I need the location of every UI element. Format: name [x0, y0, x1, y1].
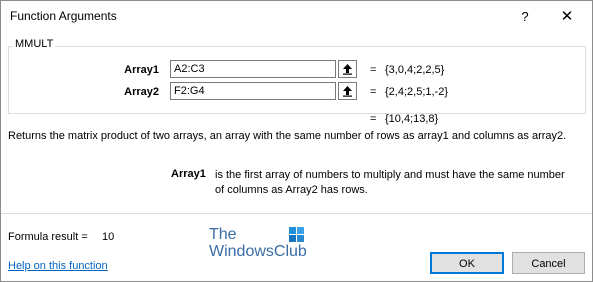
array1-label: Array1 — [124, 64, 159, 76]
result-equals: = — [370, 113, 377, 125]
divider — [1, 213, 592, 214]
array2-equals: = — [370, 86, 377, 98]
formula-result-value: 10 — [102, 231, 115, 243]
watermark-line2: WindowsClub — [209, 243, 307, 260]
arguments-group — [8, 46, 586, 114]
windows-logo-icon — [289, 227, 304, 242]
help-on-function-link[interactable]: Help on this function — [8, 260, 108, 272]
watermark-line1: The — [209, 226, 237, 243]
array2-collapse-button[interactable] — [338, 82, 357, 100]
array2-input[interactable] — [170, 82, 336, 100]
upload-arrow-icon — [343, 86, 352, 97]
array1-collapse-button[interactable] — [338, 60, 357, 78]
close-button[interactable]: ✕ — [557, 7, 577, 27]
ok-button[interactable]: OK — [430, 252, 504, 274]
array1-evaluated: {3,0,4;2,2,5} — [385, 64, 445, 76]
function-arguments-dialog: Function Arguments ? ✕ MMULT Array1 = {3… — [0, 0, 593, 282]
help-button[interactable]: ? — [515, 7, 535, 27]
cancel-button[interactable]: Cancel — [512, 252, 585, 274]
array1-equals: = — [370, 64, 377, 76]
function-description: Returns the matrix product of two arrays… — [8, 130, 567, 142]
dialog-title: Function Arguments — [10, 9, 117, 23]
array2-evaluated: {2,4;2,5;1,-2} — [385, 86, 448, 98]
argument-help-text: is the first array of numbers to multipl… — [215, 169, 565, 196]
argument-help-label: Array1 — [171, 168, 206, 180]
function-name: MMULT — [13, 38, 56, 50]
array1-input[interactable] — [170, 60, 336, 78]
formula-result-label: Formula result = — [8, 231, 88, 243]
title-bar[interactable]: Function Arguments ? ✕ — [1, 1, 592, 32]
watermark-logo: The WindowsClub — [209, 226, 309, 260]
upload-arrow-icon — [343, 64, 352, 75]
array2-label: Array2 — [124, 86, 159, 98]
result-preview: {10,4;13,8} — [385, 113, 439, 125]
